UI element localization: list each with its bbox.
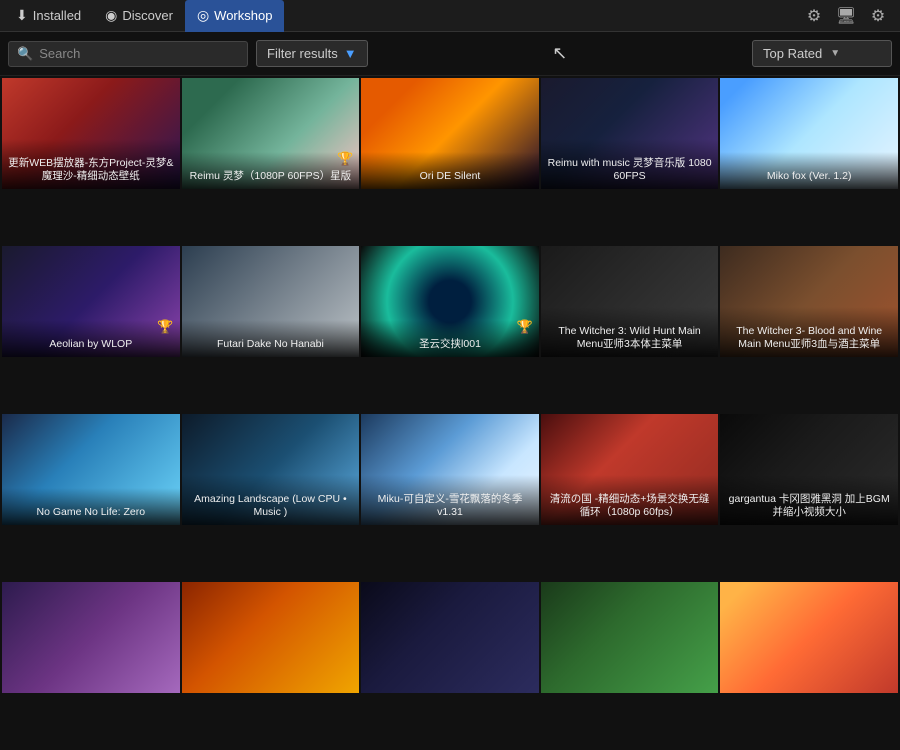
grid-item-label: 清流の国 -精细动态+场景交换无缝循环（1080p 60fps） <box>541 475 719 525</box>
tab-installed-label: Installed <box>33 8 81 23</box>
installed-icon: ⬇ <box>16 7 28 24</box>
search-input-wrap[interactable]: 🔍 <box>8 41 248 67</box>
tab-workshop-label: Workshop <box>214 8 272 23</box>
grid-item-label: 更新WEB摆放器-东方Project-灵梦&魔理沙-精细动态壁纸 <box>2 139 180 189</box>
discover-icon: ◉ <box>105 7 117 24</box>
tools-icon[interactable]: ⚙ <box>802 4 826 28</box>
grid-item-11[interactable]: No Game No Life: Zero <box>2 414 180 525</box>
tab-discover[interactable]: ◉ Discover <box>93 0 185 32</box>
grid-item-19[interactable] <box>541 582 719 693</box>
workshop-icon: ◎ <box>197 7 209 24</box>
grid-item-18[interactable] <box>361 582 539 693</box>
trophy-icon: 🏆 <box>337 151 353 167</box>
cursor-symbol: ↖ <box>552 43 567 64</box>
grid-item-20[interactable] <box>720 582 898 693</box>
grid-item-5[interactable]: Miko fox (Ver. 1.2) <box>720 78 898 189</box>
grid-item-1[interactable]: 更新WEB摆放器-东方Project-灵梦&魔理沙-精细动态壁纸 <box>2 78 180 189</box>
filter-icon: ▼ <box>344 46 357 61</box>
grid-item-16[interactable] <box>2 582 180 693</box>
tab-discover-label: Discover <box>122 8 173 23</box>
grid-item-label: Reimu 灵梦（1080P 60FPS）星版 <box>182 152 360 189</box>
grid-item-label: Amazing Landscape (Low CPU • Music ) <box>182 475 360 525</box>
grid-item-3[interactable]: Ori DE Silent <box>361 78 539 189</box>
grid-item-14[interactable]: 清流の国 -精细动态+场景交换无缝循环（1080p 60fps） <box>541 414 719 525</box>
grid-item-label: The Witcher 3: Wild Hunt Main Menu亚师3本体主… <box>541 307 719 357</box>
tab-workshop[interactable]: ◎ Workshop <box>185 0 285 32</box>
grid-item-7[interactable]: Futari Dake No Hanabi <box>182 246 360 357</box>
grid-item-label: 圣云交挟l001 <box>361 320 539 357</box>
grid-item-15[interactable]: gargantua 卡冈图雅黑洞 加上BGM并缩小视频大小 <box>720 414 898 525</box>
grid-item-9[interactable]: The Witcher 3: Wild Hunt Main Menu亚师3本体主… <box>541 246 719 357</box>
settings-icon[interactable]: ⚙ <box>866 4 890 28</box>
search-input[interactable] <box>39 46 239 61</box>
grid-item-label: Miko fox (Ver. 1.2) <box>720 152 898 189</box>
top-nav: ⬇ Installed ◉ Discover ◎ Workshop ⚙ 🖥 ⚙ <box>0 0 900 32</box>
search-bar: 🔍 Filter results ▼ ↖ Top Rated ▼ <box>0 32 900 76</box>
grid-item-8[interactable]: 圣云交挟l001🏆 <box>361 246 539 357</box>
nav-icons: ⚙ 🖥 ⚙ <box>802 4 896 28</box>
trophy-icon: 🏆 <box>157 319 173 335</box>
grid-item-13[interactable]: Miku-可自定义-雪花飘落的冬季 v1.31 <box>361 414 539 525</box>
grid-item-6[interactable]: Aeolian by WLOP🏆 <box>2 246 180 357</box>
grid-item-10[interactable]: The Witcher 3- Blood and Wine Main Menu亚… <box>720 246 898 357</box>
tab-installed[interactable]: ⬇ Installed <box>4 0 93 32</box>
cursor-area: ↖ <box>376 43 744 64</box>
grid-item-2[interactable]: Reimu 灵梦（1080P 60FPS）星版🏆 <box>182 78 360 189</box>
grid-item-label: Ori DE Silent <box>361 152 539 189</box>
chevron-down-icon: ▼ <box>830 48 840 59</box>
grid-item-label: No Game No Life: Zero <box>2 488 180 525</box>
grid-item-4[interactable]: Reimu with music 灵梦音乐版 1080 60FPS <box>541 78 719 189</box>
grid-item-label: The Witcher 3- Blood and Wine Main Menu亚… <box>720 307 898 357</box>
trophy-icon: 🏆 <box>517 319 533 335</box>
grid-item-12[interactable]: Amazing Landscape (Low CPU • Music ) <box>182 414 360 525</box>
sort-label: Top Rated <box>763 46 822 61</box>
grid-item-label: Aeolian by WLOP <box>2 320 180 357</box>
filter-label: Filter results <box>267 46 338 61</box>
grid-item-label: gargantua 卡冈图雅黑洞 加上BGM并缩小视频大小 <box>720 475 898 525</box>
grid-item-label: Reimu with music 灵梦音乐版 1080 60FPS <box>541 139 719 189</box>
filter-button[interactable]: Filter results ▼ <box>256 40 368 67</box>
sort-select[interactable]: Top Rated ▼ <box>752 40 892 67</box>
grid-item-label: Miku-可自定义-雪花飘落的冬季 v1.31 <box>361 475 539 525</box>
grid-item-17[interactable] <box>182 582 360 693</box>
search-icon: 🔍 <box>17 46 33 62</box>
wallpaper-grid: 更新WEB摆放器-东方Project-灵梦&魔理沙-精细动态壁纸Reimu 灵梦… <box>0 76 900 750</box>
display-icon[interactable]: 🖥 <box>834 4 858 28</box>
grid-item-label: Futari Dake No Hanabi <box>182 320 360 357</box>
